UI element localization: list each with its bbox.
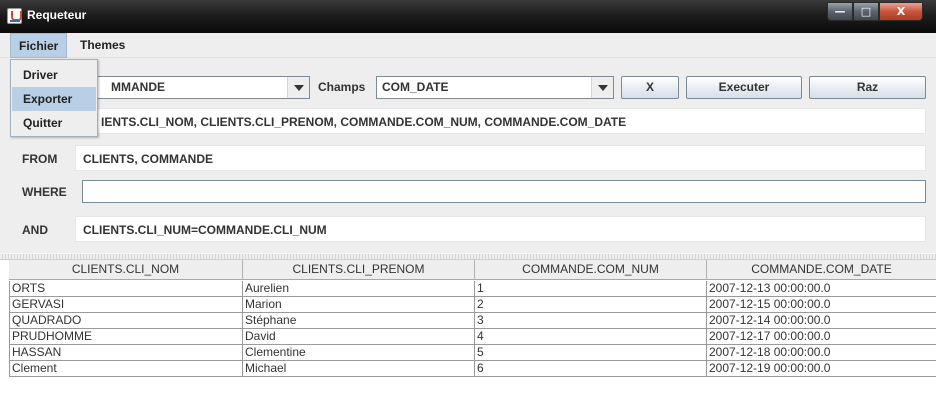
cell-nom[interactable]: ORTS (9, 281, 243, 297)
minimize-button[interactable]: — (827, 2, 853, 21)
where-label: WHERE (22, 185, 67, 199)
cell-nom[interactable]: GERVASI (9, 297, 243, 313)
chevron-down-icon[interactable] (287, 77, 309, 98)
cell-num[interactable]: 1 (475, 281, 707, 297)
champs-select[interactable]: COM_DATE (376, 76, 614, 99)
cell-prenom[interactable]: Aurelien (243, 281, 475, 297)
table-row[interactable]: ORTS Aurelien 1 2007-12-13 00:00:00.0 (9, 281, 936, 297)
split-pane-divider[interactable] (0, 253, 936, 260)
cell-date[interactable]: 2007-12-14 00:00:00.0 (707, 313, 936, 329)
menu-fichier[interactable]: Fichier (10, 33, 68, 58)
cell-prenom[interactable]: Michael (243, 361, 475, 377)
raz-button[interactable]: Raz (809, 76, 926, 99)
cell-nom[interactable]: HASSAN (9, 345, 243, 361)
cell-date[interactable]: 2007-12-13 00:00:00.0 (707, 281, 936, 297)
table-row[interactable]: Clement Michael 6 2007-12-19 00:00:00.0 (9, 361, 936, 377)
menu-bar: Fichier Themes (0, 33, 936, 58)
java-app-icon (7, 8, 22, 24)
table-body: ORTS Aurelien 1 2007-12-13 00:00:00.0 GE… (9, 281, 936, 377)
cell-date[interactable]: 2007-12-15 00:00:00.0 (707, 297, 936, 313)
cell-num[interactable]: 2 (475, 297, 707, 313)
cell-prenom[interactable]: Clementine (243, 345, 475, 361)
execute-button[interactable]: Executer (686, 76, 802, 99)
column-header-cli-prenom[interactable]: CLIENTS.CLI_PRENOM (243, 260, 475, 280)
table-row[interactable]: QUADRADO Stéphane 3 2007-12-14 00:00:00.… (9, 313, 936, 329)
cell-nom[interactable]: PRUDHOMME (9, 329, 243, 345)
cell-num[interactable]: 5 (475, 345, 707, 361)
results-table: CLIENTS.CLI_NOM CLIENTS.CLI_PRENOM COMMA… (0, 260, 936, 398)
cell-num[interactable]: 4 (475, 329, 707, 345)
from-label: FROM (22, 152, 58, 166)
select-fields-box[interactable]: IENTS.CLI_NOM, CLIENTS.CLI_PRENOM, COMMA… (10, 108, 926, 134)
from-text: CLIENTS, COMMANDE (83, 152, 213, 166)
champs-label: Champs (318, 80, 366, 94)
cell-num[interactable]: 3 (475, 313, 707, 329)
menu-themes[interactable]: Themes (72, 33, 133, 58)
menu-item-driver[interactable]: Driver (12, 63, 96, 87)
cell-date[interactable]: 2007-12-18 00:00:00.0 (707, 345, 936, 361)
table-row[interactable]: PRUDHOMME David 4 2007-12-17 00:00:00.0 (9, 329, 936, 345)
and-box[interactable]: CLIENTS.CLI_NUM=COMMANDE.CLI_NUM (75, 216, 926, 242)
where-input[interactable] (82, 180, 926, 203)
and-label: AND (22, 223, 48, 237)
table-select-value: MMANDE (111, 80, 165, 94)
cell-prenom[interactable]: Marion (243, 297, 475, 313)
menu-item-exporter[interactable]: Exporter (12, 87, 96, 111)
select-fields-text: IENTS.CLI_NOM, CLIENTS.CLI_PRENOM, COMMA… (101, 115, 627, 129)
menu-item-quitter[interactable]: Quitter (12, 111, 96, 135)
from-box[interactable]: CLIENTS, COMMANDE (75, 145, 926, 171)
window-controls: — □ X (827, 2, 923, 22)
maximize-button[interactable]: □ (853, 2, 879, 21)
champs-select-value: COM_DATE (382, 80, 449, 94)
chevron-down-icon[interactable] (591, 77, 613, 98)
table-row[interactable]: GERVASI Marion 2 2007-12-15 00:00:00.0 (9, 297, 936, 313)
cell-nom[interactable]: QUADRADO (9, 313, 243, 329)
title-bar: Requeteur — □ X (0, 0, 936, 33)
cell-num[interactable]: 6 (475, 361, 707, 377)
column-header-com-num[interactable]: COMMANDE.COM_NUM (475, 260, 707, 280)
window-title: Requeteur (27, 8, 87, 22)
close-button[interactable]: X (879, 2, 923, 21)
column-header-cli-nom[interactable]: CLIENTS.CLI_NOM (9, 260, 243, 280)
clear-field-button[interactable]: X (621, 76, 679, 99)
cell-prenom[interactable]: Stéphane (243, 313, 475, 329)
and-text: CLIENTS.CLI_NUM=COMMANDE.CLI_NUM (83, 223, 327, 237)
table-header: CLIENTS.CLI_NOM CLIENTS.CLI_PRENOM COMMA… (9, 260, 936, 280)
query-panel: MMANDE Champs COM_DATE X Executer Raz IE… (0, 58, 936, 253)
cell-prenom[interactable]: David (243, 329, 475, 345)
cell-nom[interactable]: Clement (9, 361, 243, 377)
cell-date[interactable]: 2007-12-19 00:00:00.0 (707, 361, 936, 377)
fichier-menu-dropdown: Driver Exporter Quitter (10, 59, 98, 137)
cell-date[interactable]: 2007-12-17 00:00:00.0 (707, 329, 936, 345)
column-header-com-date[interactable]: COMMANDE.COM_DATE (707, 260, 936, 280)
table-row[interactable]: HASSAN Clementine 5 2007-12-18 00:00:00.… (9, 345, 936, 361)
